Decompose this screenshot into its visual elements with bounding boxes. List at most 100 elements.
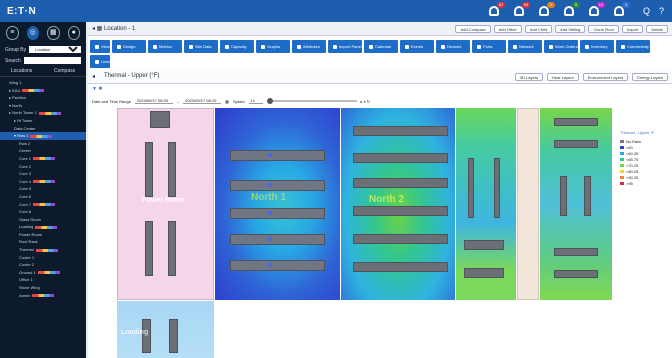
add-compass-button[interactable]: Add Compass <box>455 25 491 33</box>
tree-item[interactable]: Row 2 <box>0 140 86 148</box>
rack[interactable] <box>554 118 598 126</box>
start-date-input[interactable]: 2023/09/17 08:00 <box>134 98 173 104</box>
import-button[interactable]: Import <box>622 25 644 33</box>
tree-item[interactable]: Roof Rack <box>0 238 86 246</box>
filter-icon[interactable]: ▼ ✱ <box>92 86 103 92</box>
rack[interactable] <box>230 234 325 245</box>
tree-item[interactable]: Cooler 2 <box>0 261 86 269</box>
tab-graphs[interactable]: Graphs <box>256 40 290 53</box>
tree-item[interactable]: Center <box>0 147 86 155</box>
tree-item[interactable]: Core 7 <box>0 201 86 209</box>
tab-calendar[interactable]: Calendar <box>364 40 398 53</box>
alert-info-icon[interactable]: 12 <box>587 2 605 18</box>
help-icon[interactable]: ? <box>659 6 664 16</box>
room-data-hall-1[interactable]: North 1 <box>215 108 340 300</box>
rack[interactable] <box>554 248 598 256</box>
tab-events[interactable]: Events <box>400 40 434 53</box>
rack[interactable] <box>353 178 448 188</box>
playback-controls[interactable]: ▸ ⏸ ↻ <box>361 99 371 104</box>
tree-search-input[interactable] <box>23 57 81 64</box>
tree-item[interactable]: Cooler 1 <box>0 254 86 262</box>
tab-devices[interactable]: Devices <box>436 40 470 53</box>
tab-locations[interactable]: Locations <box>11 68 32 74</box>
end-date-input[interactable]: 2023/09/17 08:10 <box>183 98 222 104</box>
tab-attributes[interactable]: Attributes <box>292 40 326 53</box>
room-data-hall-2[interactable]: North 2 <box>341 108 455 300</box>
collapse-icon[interactable]: ◂ <box>92 73 95 80</box>
tree-item[interactable]: Loading <box>0 223 86 231</box>
timeline-slider[interactable] <box>266 98 357 104</box>
globe-icon[interactable]: ◎ <box>26 26 39 40</box>
energy-layers-button[interactable]: Energy Layers <box>632 73 668 81</box>
rack[interactable] <box>150 111 170 128</box>
calendar-icon[interactable]: ▦ <box>225 99 229 104</box>
room-loading[interactable]: Loading <box>117 301 214 358</box>
add-child-button[interactable]: Add Child <box>524 25 553 33</box>
tab-metrics[interactable]: Metrics <box>148 40 182 53</box>
rack[interactable] <box>353 262 448 272</box>
tree-item[interactable]: Annex <box>0 292 86 300</box>
tab-connectivity[interactable]: Connectivity <box>616 40 650 53</box>
rack[interactable] <box>468 158 474 218</box>
tree-item[interactable]: ▸ Hi Tower <box>0 117 86 125</box>
rack[interactable] <box>464 240 504 250</box>
tree-item[interactable]: Wing 1 <box>0 79 86 87</box>
tree-item[interactable]: Core 6 <box>0 193 86 201</box>
tree-item[interactable]: Core 1 <box>0 155 86 163</box>
rack[interactable] <box>145 221 153 276</box>
tab-network[interactable]: Network <box>508 40 542 53</box>
grid-icon[interactable]: ▦ <box>47 26 60 40</box>
alert-critical-icon[interactable]: 87 <box>487 2 505 18</box>
slider-knob[interactable] <box>266 98 273 104</box>
tab-site-data[interactable]: Site Data <box>184 40 218 53</box>
tree-item[interactable]: Glass Room <box>0 216 86 224</box>
rack[interactable] <box>230 150 325 161</box>
tree-item[interactable]: ▾ Row 1 <box>0 132 86 140</box>
rack[interactable] <box>145 142 153 197</box>
tree-item[interactable]: Data Center <box>0 125 86 133</box>
rack[interactable] <box>230 260 325 271</box>
tab-compass[interactable]: Compass <box>54 68 75 74</box>
tab-inventory[interactable]: Inventory <box>580 40 614 53</box>
rack[interactable] <box>142 319 151 353</box>
tree-item[interactable]: ▸ Pavilion <box>0 94 86 102</box>
tree-item[interactable]: Office 1 <box>0 276 86 284</box>
rack[interactable] <box>554 140 598 148</box>
menu-icon[interactable]: ≡ <box>6 26 19 40</box>
rack[interactable] <box>464 268 504 278</box>
tab-import-panel[interactable]: Import Panel <box>328 40 362 53</box>
tree-item[interactable]: Power Room <box>0 231 86 239</box>
alert-major-icon[interactable]: 93 <box>512 2 530 18</box>
alert-warning-icon[interactable]: 5 <box>562 2 580 18</box>
3d-layers-button[interactable]: 3D Layers <box>514 73 544 81</box>
tree-item[interactable]: Thermal <box>0 246 86 254</box>
rack[interactable] <box>353 206 448 216</box>
rack[interactable] <box>353 126 448 136</box>
room-power[interactable]: Power Room <box>117 108 214 300</box>
rack[interactable] <box>494 158 500 218</box>
tree-item[interactable]: Core 4 <box>0 178 86 186</box>
tree-item[interactable]: ▸ North Tower 1 <box>0 109 86 117</box>
tree-item[interactable]: ▾ North <box>0 102 86 110</box>
rack[interactable] <box>169 319 178 353</box>
tab-work-orders[interactable]: Work Orders <box>544 40 578 53</box>
add-other-button[interactable]: Add Other <box>493 25 522 33</box>
tree-item[interactable]: Stone Wing <box>0 284 86 292</box>
speed-select[interactable]: 1x <box>248 98 263 104</box>
tree-item[interactable]: Ground 1 <box>0 269 86 277</box>
record-icon[interactable]: ● <box>67 26 80 40</box>
search-icon[interactable]: Q <box>643 6 650 16</box>
tree-item[interactable]: Core 2 <box>0 163 86 171</box>
tree-item[interactable]: Core 5 <box>0 185 86 193</box>
tab-view[interactable]: View <box>90 40 110 53</box>
tab-links[interactable]: Links <box>90 55 110 68</box>
rack[interactable] <box>353 153 448 163</box>
heat-layers-button[interactable]: Heat Layers <box>547 73 579 81</box>
rack[interactable] <box>168 221 176 276</box>
rack[interactable] <box>554 270 598 278</box>
alert-minor-icon[interactable]: 0 <box>537 2 555 18</box>
delete-button[interactable]: Delete <box>646 25 668 33</box>
alert-notice-icon[interactable]: 3 <box>612 2 630 18</box>
room-data-hall-4[interactable] <box>540 108 612 300</box>
floor-plan[interactable]: Power Room Loading North 1 North 2 <box>117 108 612 358</box>
